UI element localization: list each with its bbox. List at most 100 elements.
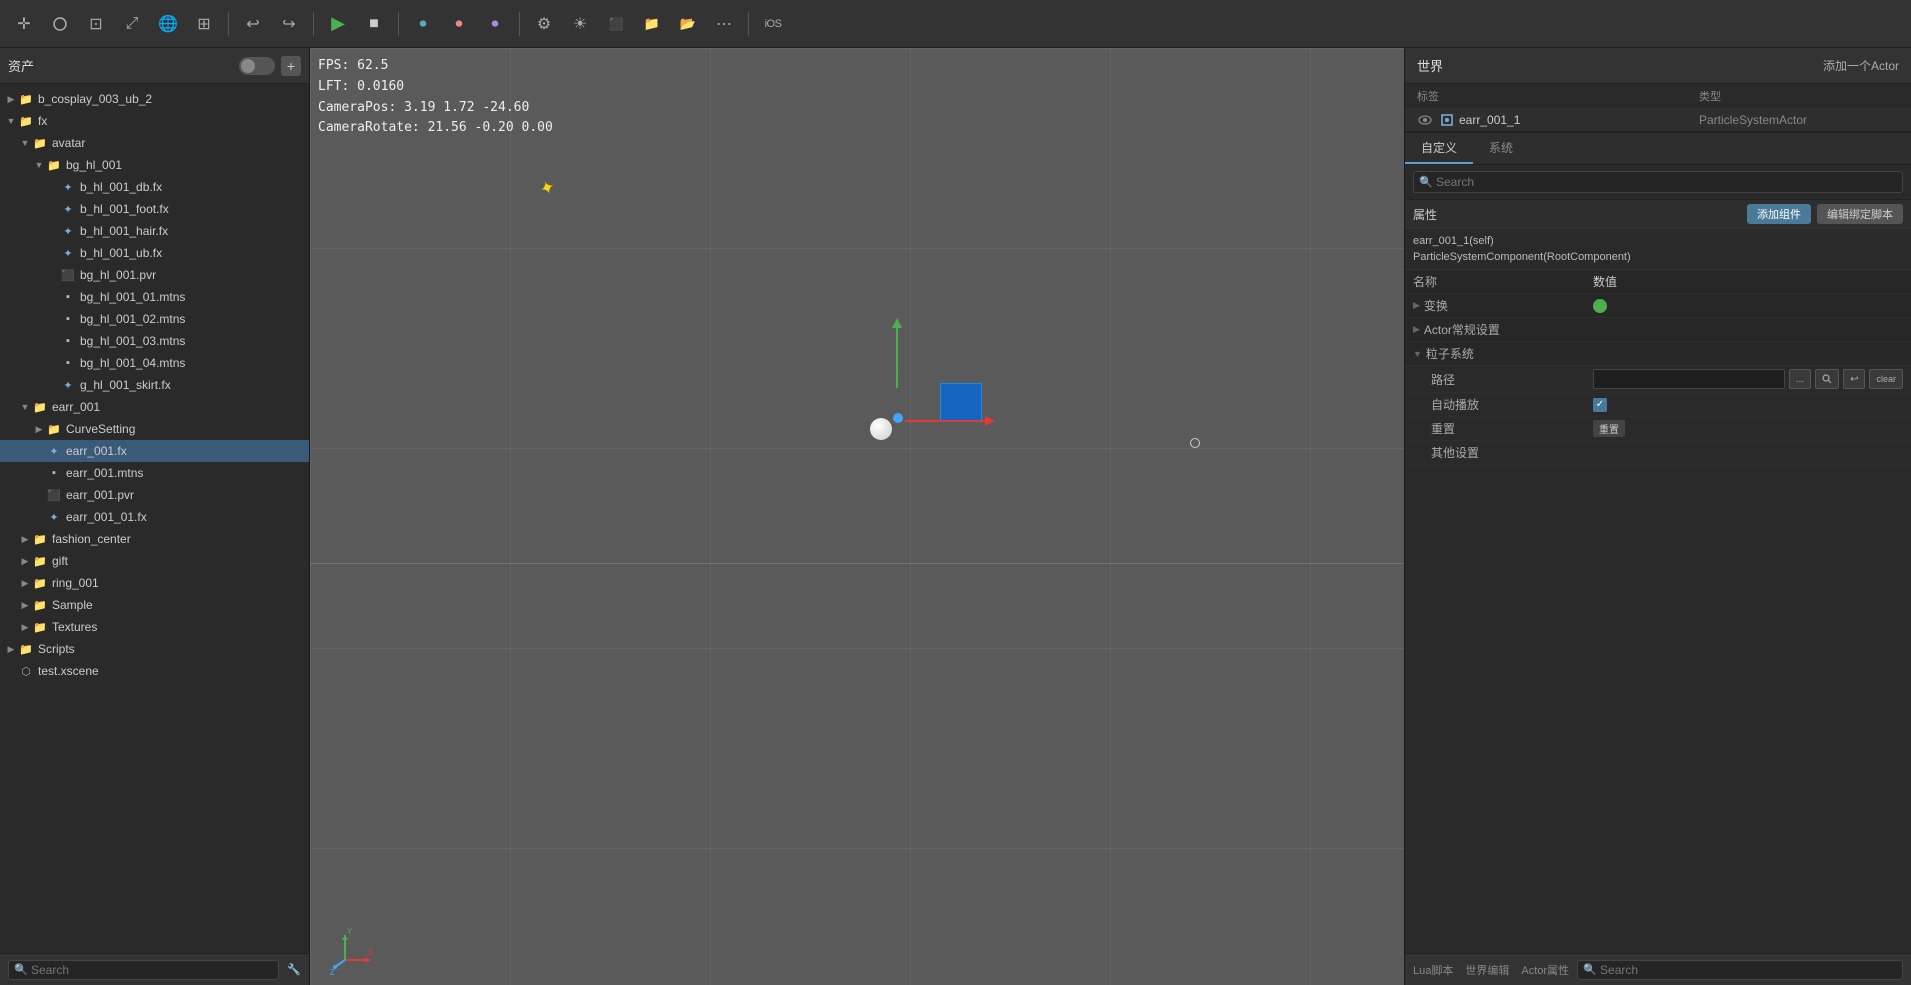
camera-rotate-display: CameraRotate: 21.56 -0.20 0.00 [318, 118, 553, 139]
tree-item-bg_hl_001_01_mtns[interactable]: ▪ bg_hl_001_01.mtns [0, 286, 309, 308]
tree-label: earr_001.mtns [66, 466, 143, 480]
tree-item-CurveSetting[interactable]: ▶ 📁 CurveSetting [0, 418, 309, 440]
path-input[interactable] [1593, 369, 1785, 389]
path-search-btn[interactable] [1815, 369, 1839, 389]
folder-icon: 📁 [32, 553, 48, 569]
search-right-input[interactable] [1577, 960, 1903, 980]
tree-item-b_hl_001_db_fx[interactable]: ✦ b_hl_001_db.fx [0, 176, 309, 198]
y-axis-arrow [896, 328, 898, 388]
tree-arrow [32, 444, 46, 458]
play-btn[interactable]: ▶ [322, 8, 354, 40]
tree-arrow: ▶ [4, 92, 18, 106]
fx-icon: ✦ [60, 377, 76, 393]
tree-item-test_xscene[interactable]: ⬡ test.xscene [0, 660, 309, 682]
autoplay-checkbox[interactable]: ✓ [1593, 398, 1607, 412]
grid-btn[interactable]: ⊞ [188, 8, 220, 40]
rotate-tool-btn[interactable] [44, 8, 76, 40]
render-btn[interactable]: ⬛ [600, 8, 632, 40]
actor-row-earr_001_1[interactable]: earr_001_1 ParticleSystemActor [1405, 109, 1911, 132]
rec1-btn[interactable]: ⏺ [407, 8, 439, 40]
path-browse-btn[interactable]: ... [1789, 369, 1811, 389]
fx-icon: ✦ [60, 245, 76, 261]
toggle-switch[interactable] [239, 57, 275, 75]
tree-item-bg_hl_001_03_mtns[interactable]: ▪ bg_hl_001_03.mtns [0, 330, 309, 352]
tree-item-bg_hl_001[interactable]: ▼ 📁 bg_hl_001 [0, 154, 309, 176]
ios-btn[interactable]: iOS [757, 8, 789, 40]
rec2-btn[interactable]: ⏺ [443, 8, 475, 40]
tab-actor-props[interactable]: Actor属性 [1521, 962, 1569, 978]
tree-item-earr_001_pvr[interactable]: ⬛ earr_001.pvr [0, 484, 309, 506]
component-item-root[interactable]: ParticleSystemComponent(RootComponent) [1413, 249, 1903, 265]
tree-item-b_cosplay_003_ub_2[interactable]: ▶ 📁 b_cosplay_003_ub_2 [0, 88, 309, 110]
scale-tool-btn[interactable]: ⊡ [80, 8, 112, 40]
tree-item-b_hl_001_ub_fx[interactable]: ✦ b_hl_001_ub.fx [0, 242, 309, 264]
search-icon: 🔍 [1419, 176, 1433, 189]
open-folder-btn[interactable]: 📁 [636, 8, 668, 40]
tree-item-g_hl_001_skirt_fx[interactable]: ✦ g_hl_001_skirt.fx [0, 374, 309, 396]
left-bottom-tool[interactable]: 🔧 [287, 963, 301, 976]
right-search-input[interactable] [1413, 171, 1903, 193]
reset-tag[interactable]: 重置 [1593, 420, 1625, 437]
tree-item-bg_hl_001_pvr[interactable]: ⬛ bg_hl_001.pvr [0, 264, 309, 286]
prop-group-transform[interactable]: ▶ 变换 [1405, 294, 1911, 318]
component-item-self[interactable]: earr_001_1(self) [1413, 233, 1903, 249]
tree-item-fx[interactable]: ▼ 📁 fx [0, 110, 309, 132]
prop-group-particle[interactable]: ▼ 粒子系统 [1405, 342, 1911, 366]
scene-icon: ⬡ [18, 663, 34, 679]
tree-item-bg_hl_001_02_mtns[interactable]: ▪ bg_hl_001_02.mtns [0, 308, 309, 330]
tree-item-Textures[interactable]: ▶ 📁 Textures [0, 616, 309, 638]
viewport[interactable]: FPS: 62.5 LFT: 0.0160 CameraPos: 3.19 1.… [310, 48, 1404, 985]
fx-icon: ✦ [46, 509, 62, 525]
tree-item-b_hl_001_foot_fx[interactable]: ✦ b_hl_001_foot.fx [0, 198, 309, 220]
tree-item-earr_001[interactable]: ▼ 📁 earr_001 [0, 396, 309, 418]
tree-item-earr_001_01_fx[interactable]: ✦ earr_001_01.fx [0, 506, 309, 528]
tree-item-gift[interactable]: ▶ 📁 gift [0, 550, 309, 572]
folder-icon: 📁 [18, 91, 34, 107]
path-clear-btn[interactable]: clear [1869, 369, 1903, 389]
tree-item-bg_hl_001_04_mtns[interactable]: ▪ bg_hl_001_04.mtns [0, 352, 309, 374]
visibility-eye-icon[interactable] [1417, 112, 1433, 128]
edit-script-btn[interactable]: 编辑绑定脚本 [1817, 204, 1903, 224]
path-back-btn[interactable]: ↩ [1843, 369, 1865, 389]
tree-item-b_hl_001_hair_fx[interactable]: ✦ b_hl_001_hair.fx [0, 220, 309, 242]
tree-item-earr_001_mtns[interactable]: ▪ earr_001.mtns [0, 462, 309, 484]
tree-label: Scripts [38, 642, 75, 656]
more-btn[interactable]: ⋯ [708, 8, 740, 40]
stop-btn[interactable]: ■ [358, 8, 390, 40]
tree-label: Textures [52, 620, 97, 634]
move-tool-btn[interactable]: ✛ [8, 8, 40, 40]
tab-custom[interactable]: 自定义 [1405, 133, 1473, 164]
tree-item-avatar[interactable]: ▼ 📁 avatar [0, 132, 309, 154]
rec3-btn[interactable]: ⏺ [479, 8, 511, 40]
add-component-btn[interactable]: 添加组件 [1747, 204, 1811, 224]
search-left-input[interactable] [8, 960, 279, 980]
actor-label: earr_001_1 [1459, 113, 1699, 127]
add-asset-btn[interactable]: + [281, 56, 301, 76]
tree-item-Scripts[interactable]: ▶ 📁 Scripts [0, 638, 309, 660]
tab-world-editor[interactable]: 世界编辑 [1465, 962, 1509, 978]
sep3 [398, 12, 399, 36]
tab-system[interactable]: 系统 [1473, 133, 1529, 164]
prop-group-actor-settings[interactable]: ▶ Actor常规设置 [1405, 318, 1911, 342]
tree-arrow: ▶ [32, 422, 46, 436]
undo-btn[interactable]: ↩ [237, 8, 269, 40]
tree-item-fashion_center[interactable]: ▶ 📁 fashion_center [0, 528, 309, 550]
tree-arrow [32, 510, 46, 524]
globe-btn[interactable]: 🌐 [152, 8, 184, 40]
tab-lua-script[interactable]: Lua脚本 [1413, 962, 1453, 978]
add-actor-btn[interactable]: 添加一个Actor [1823, 57, 1899, 74]
tree-label: fashion_center [52, 532, 131, 546]
tree-label: ring_001 [52, 576, 99, 590]
redo-btn[interactable]: ↪ [273, 8, 305, 40]
tree-label: avatar [52, 136, 85, 150]
tree-item-earr_001_fx[interactable]: ✦ earr_001.fx [0, 440, 309, 462]
tree-item-Sample[interactable]: ▶ 📁 Sample [0, 594, 309, 616]
light-btn[interactable]: ☀ [564, 8, 596, 40]
new-folder-btn[interactable]: 📂 [672, 8, 704, 40]
actor-icon [1439, 112, 1455, 128]
tree-label: fx [38, 114, 47, 128]
world-btn[interactable]: ⤢ [116, 8, 148, 40]
tree-label: CurveSetting [66, 422, 135, 436]
settings-btn[interactable]: ⚙ [528, 8, 560, 40]
tree-item-ring_001[interactable]: ▶ 📁 ring_001 [0, 572, 309, 594]
